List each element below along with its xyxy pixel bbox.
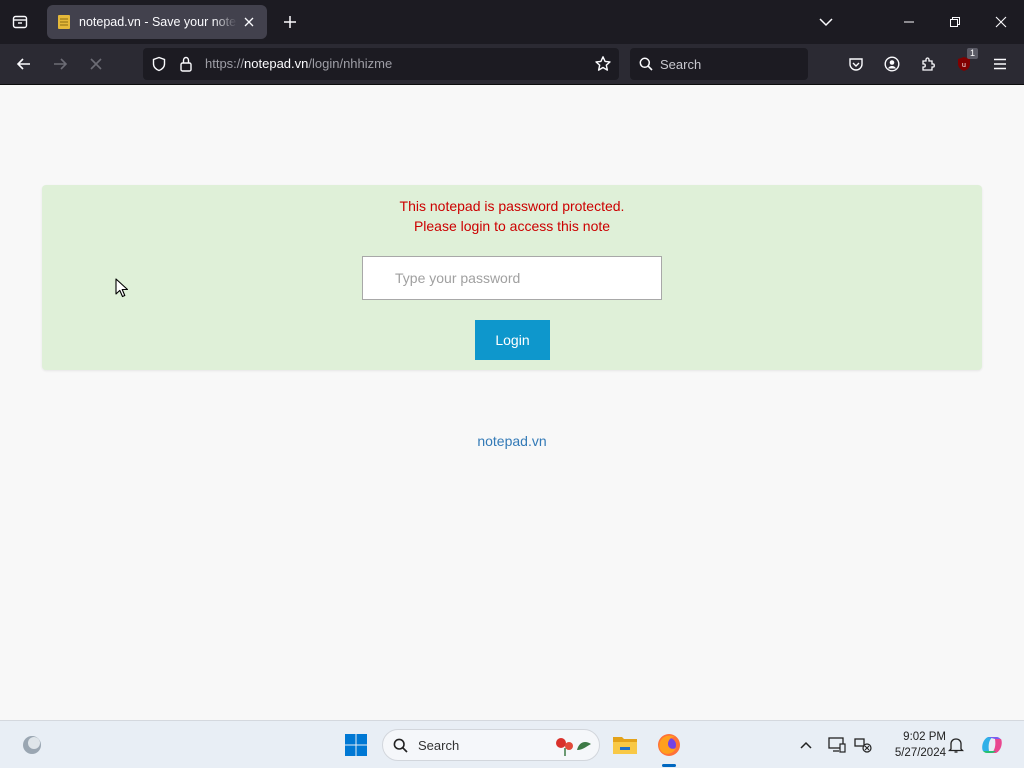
notepad-favicon-icon — [58, 15, 70, 29]
navigation-toolbar: https://notepad.vn/login/nhhizme Search … — [0, 44, 1024, 85]
bookmark-star-icon[interactable] — [594, 55, 612, 73]
search-icon — [639, 57, 653, 71]
search-bar[interactable]: Search — [630, 48, 808, 80]
restore-icon — [950, 17, 960, 27]
new-tab-button[interactable] — [278, 10, 302, 34]
arrow-right-icon — [54, 58, 68, 70]
extension-badge-count: 1 — [966, 48, 978, 59]
taskbar-search-label: Search — [418, 738, 460, 753]
search-icon — [393, 738, 408, 753]
lock-icon[interactable] — [179, 56, 193, 72]
account-icon — [884, 56, 900, 72]
clock-date: 5/27/2024 — [894, 747, 946, 759]
pocket-button[interactable] — [842, 50, 870, 78]
plus-icon — [284, 16, 296, 28]
account-button[interactable] — [878, 50, 906, 78]
minimize-button[interactable] — [886, 0, 932, 44]
stop-icon — [90, 58, 102, 70]
url-domain: notepad.vn — [244, 56, 309, 71]
file-explorer-button[interactable] — [609, 729, 641, 761]
login-instruction: Please login to access this note — [413, 218, 611, 234]
url-path: /login/nhhizme — [308, 56, 393, 71]
widgets-button[interactable] — [16, 729, 48, 761]
protected-message: This notepad is password protected. — [399, 198, 625, 214]
copilot-icon — [982, 737, 1002, 753]
tab-close-button[interactable] — [241, 14, 257, 30]
password-input[interactable] — [362, 256, 662, 300]
restore-button[interactable] — [932, 0, 978, 44]
windows-logo-icon — [345, 734, 367, 756]
address-bar[interactable]: https://notepad.vn/login/nhhizme — [143, 48, 619, 80]
close-icon — [244, 17, 254, 27]
search-placeholder: Search — [660, 57, 702, 72]
taskbar-search-box[interactable]: Search — [382, 729, 600, 761]
pocket-icon — [849, 58, 863, 71]
stop-reload-button[interactable] — [81, 50, 111, 78]
tab-notepad[interactable]: notepad.vn - Save your notes, share your… — [47, 5, 267, 39]
notifications-button[interactable] — [940, 729, 972, 761]
network-disconnected-icon — [854, 738, 872, 753]
tab-overflow-button[interactable] — [803, 0, 849, 44]
login-button[interactable]: Login — [475, 320, 550, 360]
forward-button[interactable] — [45, 50, 75, 78]
close-icon — [995, 16, 1007, 28]
firefox-icon — [658, 734, 680, 756]
hamburger-menu-icon — [994, 58, 1006, 70]
folder-icon — [613, 737, 637, 754]
tabs-list-icon — [12, 15, 28, 29]
chevron-up-icon — [800, 741, 812, 749]
mouse-cursor-icon — [115, 278, 129, 298]
footer-link-notepad[interactable]: notepad.vn — [0, 433, 1024, 449]
shield-icon[interactable] — [151, 56, 167, 72]
svg-text:u: u — [962, 62, 966, 69]
start-button[interactable] — [340, 729, 372, 761]
bell-icon — [948, 738, 964, 753]
windows-taskbar: Search 9:02 PM 5/27/2024 — [0, 720, 1024, 768]
tab-title: notepad.vn - Save your notes, share your… — [79, 15, 237, 29]
puzzle-icon — [922, 57, 935, 71]
system-clock[interactable]: 9:02 PM 5/27/2024 — [880, 729, 946, 761]
arrow-left-icon — [16, 58, 30, 70]
monitor-icon — [828, 737, 846, 753]
minimize-icon — [904, 21, 914, 23]
page-content: This notepad is password protected. Plea… — [0, 85, 1024, 720]
url-scheme: https:// — [205, 56, 245, 71]
back-button[interactable] — [9, 50, 39, 78]
search-highlight-flowers-icon — [556, 738, 591, 756]
copilot-button[interactable] — [976, 729, 1008, 761]
list-all-tabs-button[interactable] — [0, 0, 40, 44]
clock-time: 9:02 PM — [903, 731, 946, 743]
app-menu-button[interactable] — [986, 50, 1014, 78]
firefox-active-indicator — [662, 764, 676, 767]
extensions-button[interactable] — [914, 50, 942, 78]
firefox-taskbar-button[interactable] — [653, 729, 685, 761]
weather-widget-icon — [23, 736, 41, 754]
ublock-extension-button[interactable]: u 1 — [950, 48, 978, 78]
network-tray-button[interactable] — [847, 729, 879, 761]
chevron-down-icon — [819, 18, 833, 27]
password-protected-panel: This notepad is password protected. Plea… — [42, 185, 982, 370]
close-window-button[interactable] — [978, 0, 1024, 44]
url-text[interactable]: https://notepad.vn/login/nhhizme — [205, 56, 392, 71]
show-hidden-icons-button[interactable] — [790, 729, 822, 761]
browser-tab-bar: notepad.vn - Save your notes, share your… — [0, 0, 1024, 44]
